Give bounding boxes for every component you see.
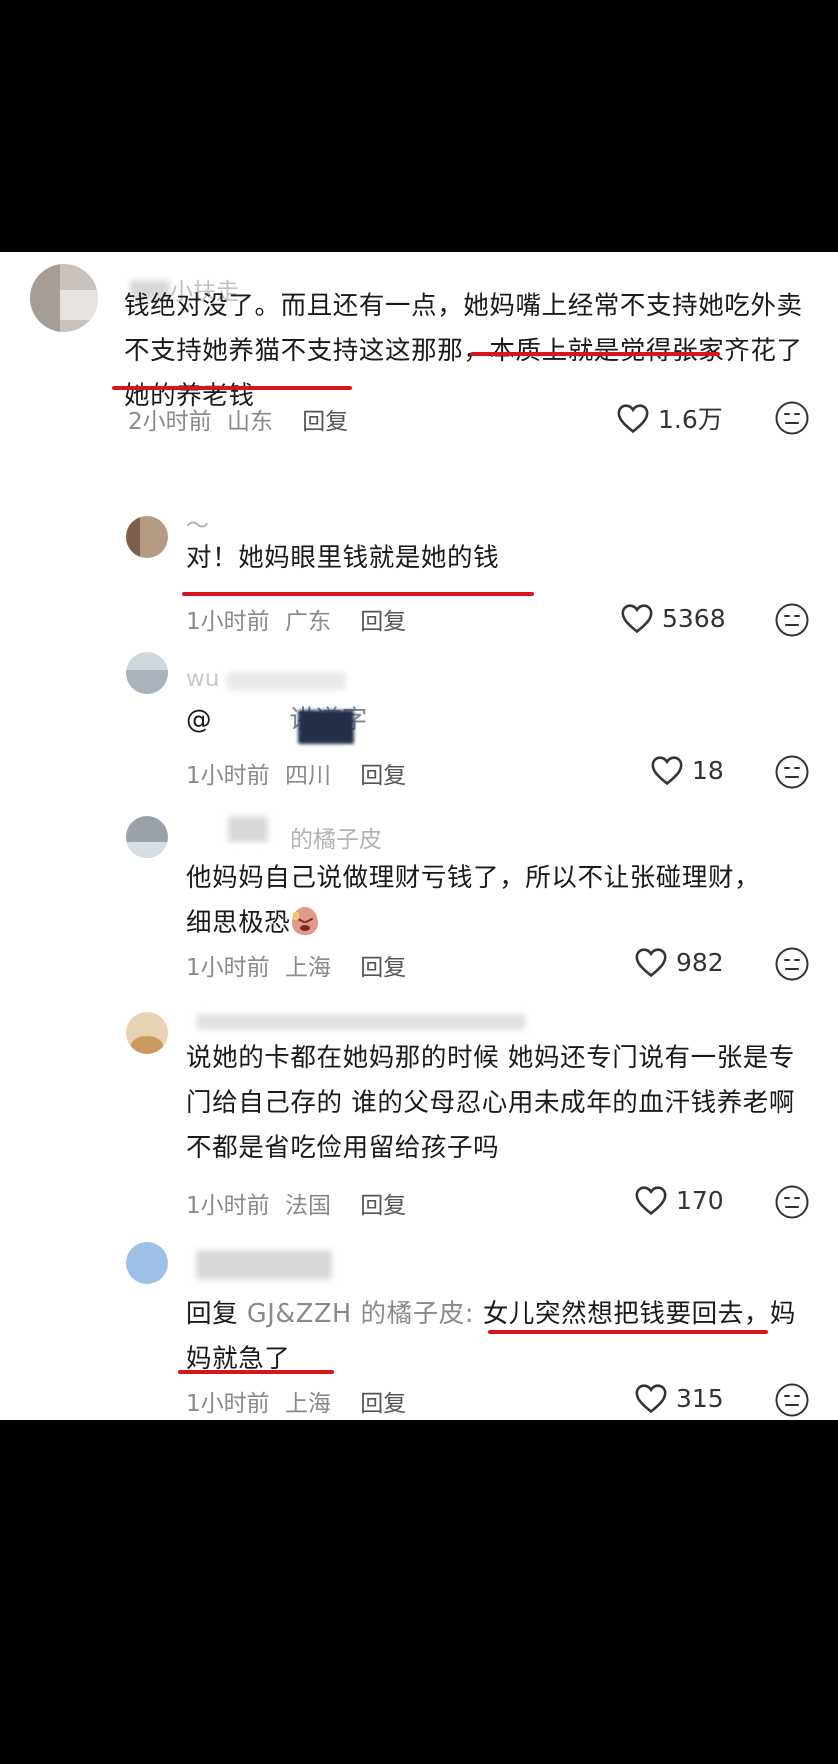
reply-target[interactable]: GJ&ZZH 的橘子皮: <box>247 1299 474 1329</box>
comment-text: @ 讲道字 <box>186 698 806 743</box>
reply-button[interactable]: 回复 <box>360 609 406 635</box>
username-blur <box>226 672 346 690</box>
like-button[interactable]: 170 <box>634 1184 724 1216</box>
comments-panel: 小扶走 钱绝对没了。而且还有一点，她妈嘴上经常不支持她吃外卖不支持她养猫不支持这… <box>0 252 838 1420</box>
comment-location: 上海 <box>284 955 331 981</box>
reply-prefix: 回复 <box>186 1299 239 1329</box>
heart-outline-icon <box>617 404 649 434</box>
highlight-underline <box>112 386 352 390</box>
avatar[interactable] <box>126 516 168 558</box>
like-button[interactable]: 1.6万 <box>616 400 723 436</box>
comment-meta: 1小时前 上海 回复 <box>186 1384 406 1418</box>
highlight-underline <box>470 352 720 356</box>
like-count: 170 <box>676 1185 724 1215</box>
highlight-underline <box>182 592 534 596</box>
comment-time: 1小时前 <box>186 1193 270 1219</box>
comment-time: 1小时前 <box>186 955 270 981</box>
like-count: 5368 <box>662 603 726 633</box>
comment-location: 上海 <box>284 1391 331 1417</box>
heart-outline-icon <box>621 604 653 634</box>
username-blur <box>196 1250 332 1280</box>
avatar[interactable] <box>126 816 168 858</box>
like-button[interactable]: 5368 <box>620 602 726 634</box>
like-button[interactable]: 315 <box>634 1382 724 1414</box>
comment-meta: 1小时前 四川 回复 <box>186 756 406 790</box>
comment-time: 2小时前 <box>128 409 212 435</box>
redaction-bar <box>298 710 354 744</box>
highlight-underline <box>178 1370 334 1374</box>
comment-text: 说她的卡都在她妈那的时候 她妈还专门说有一张是专门给自己存的 谁的父母忍心用未成… <box>186 1043 796 1163</box>
neutral-face-icon[interactable] <box>774 602 810 638</box>
reply-button[interactable]: 回复 <box>360 955 406 981</box>
like-count: 315 <box>676 1383 724 1413</box>
username[interactable]: wu <box>186 666 219 692</box>
neutral-face-icon[interactable] <box>774 400 810 436</box>
like-button[interactable]: 982 <box>634 946 724 978</box>
comment-location: 广东 <box>284 609 331 635</box>
comment-meta: 1小时前 上海 回复 <box>186 948 406 982</box>
like-count: 1.6万 <box>658 405 723 434</box>
like-button[interactable]: 18 <box>650 754 724 786</box>
avatar[interactable] <box>126 652 168 694</box>
username[interactable]: 的橘子皮 <box>290 820 382 854</box>
username-blur <box>196 1014 526 1030</box>
heart-outline-icon <box>635 948 667 978</box>
comment-time: 1小时前 <box>186 609 270 635</box>
reply-button[interactable]: 回复 <box>360 1391 406 1417</box>
like-count: 982 <box>676 947 724 977</box>
avatar[interactable] <box>30 264 98 332</box>
reply-button[interactable]: 回复 <box>360 763 406 789</box>
crying-face-emoji-icon <box>292 907 319 935</box>
username-blur <box>228 816 268 842</box>
reply-button[interactable]: 回复 <box>302 409 348 435</box>
comment-location: 四川 <box>284 763 331 789</box>
neutral-face-icon[interactable] <box>774 1184 810 1220</box>
comment-meta: 1小时前 法国 回复 <box>186 1186 406 1220</box>
comment-location: 山东 <box>226 409 273 435</box>
avatar[interactable] <box>126 1012 168 1054</box>
highlight-underline <box>488 1330 768 1334</box>
comment-text: 对！她妈眼里钱就是她的钱 <box>186 543 500 573</box>
heart-outline-icon <box>635 1384 667 1414</box>
mention-at[interactable]: @ <box>186 705 212 735</box>
comment-meta: 1小时前 广东 回复 <box>186 602 406 636</box>
mention-redacted <box>221 727 281 728</box>
heart-outline-icon <box>651 756 683 786</box>
comment-meta: 2小时前 山东 回复 <box>128 402 348 436</box>
comment-text: 他妈妈自己说做理财亏钱了，所以不让张碰理财，细思极恐 <box>186 863 761 938</box>
comment-text: 回复 GJ&ZZH 的橘子皮: 女儿突然想把钱要回去，妈妈就急了 <box>186 1299 797 1374</box>
heart-outline-icon <box>635 1186 667 1216</box>
username[interactable]: ～ <box>186 506 209 540</box>
neutral-face-icon[interactable] <box>774 1382 810 1418</box>
reply-button[interactable]: 回复 <box>360 1193 406 1219</box>
neutral-face-icon[interactable] <box>774 754 810 790</box>
avatar[interactable] <box>126 1242 168 1284</box>
comment-location: 法国 <box>284 1193 331 1219</box>
comment-time: 1小时前 <box>186 763 270 789</box>
neutral-face-icon[interactable] <box>774 946 810 982</box>
like-count: 18 <box>692 755 724 785</box>
comment-time: 1小时前 <box>186 1391 270 1417</box>
